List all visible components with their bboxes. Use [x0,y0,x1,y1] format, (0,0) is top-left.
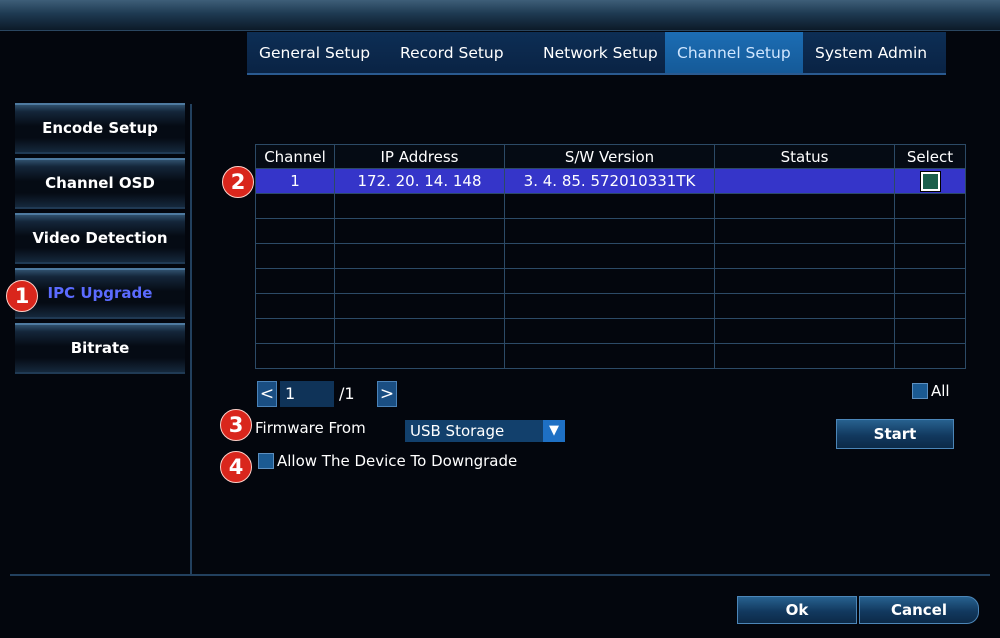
table-row-empty [255,243,966,269]
vertical-divider [190,104,192,574]
page-input[interactable]: 1 [280,381,334,407]
table-row-empty [255,193,966,219]
horizontal-divider [10,574,990,576]
table-row-empty [255,268,966,294]
chevron-left-icon[interactable]: < [257,381,277,407]
allow-downgrade[interactable]: Allow The Device To Downgrade [258,451,517,471]
tab-channel-setup[interactable]: Channel Setup [665,32,803,75]
sidebar: Encode Setup Channel OSD Video Detection… [15,103,185,378]
tab-bar: General Setup Record Setup Network Setup… [247,32,946,75]
cancel-button[interactable]: Cancel [859,596,979,624]
cell-ip-address: 172. 20. 14. 148 [334,168,505,194]
cell-sw-version: 3. 4. 85. 572010331TK [504,168,715,194]
firmware-from-label: Firmware From [255,419,366,437]
table-row-empty [255,218,966,244]
sidebar-item-ipc-upgrade[interactable]: IPC Upgrade [15,268,185,319]
column-header-ip-address: IP Address [334,144,505,169]
select-all-label: All [931,382,950,400]
dropdown-arrow-icon[interactable]: ▼ [543,420,565,442]
column-header-channel: Channel [255,144,335,169]
table-row-empty [255,318,966,344]
ipc-device-table: Channel IP Address S/W Version Status Se… [255,144,966,369]
sidebar-item-video-detection[interactable]: Video Detection [15,213,185,264]
page-total: /1 [339,384,355,403]
top-bar [0,0,1000,31]
table-row-empty [255,293,966,319]
select-all[interactable]: All [912,382,950,400]
cell-channel: 1 [255,168,335,194]
start-button[interactable]: Start [836,419,954,449]
tab-record-setup[interactable]: Record Setup [388,32,531,75]
step-badge-1: 1 [6,280,38,312]
column-header-select: Select [894,144,966,169]
step-badge-4: 4 [220,451,252,483]
chevron-right-icon[interactable]: > [377,381,397,407]
firmware-source-select[interactable]: USB Storage ▼ [405,420,565,442]
cell-status [714,168,895,194]
select-all-checkbox[interactable] [912,382,928,399]
tab-network-setup[interactable]: Network Setup [531,32,665,75]
cell-select [894,168,966,194]
table-row-empty [255,343,966,369]
sidebar-item-bitrate[interactable]: Bitrate [15,323,185,374]
ok-button[interactable]: Ok [737,596,857,624]
column-header-sw-version: S/W Version [504,144,715,169]
row-select-checkbox[interactable] [919,170,941,192]
step-badge-2: 2 [222,166,254,198]
step-badge-3: 3 [220,409,252,441]
column-header-status: Status [714,144,895,169]
table-header-row: Channel IP Address S/W Version Status Se… [255,144,966,169]
allow-downgrade-label: Allow The Device To Downgrade [277,452,518,470]
tab-system-admin[interactable]: System Admin [803,32,946,75]
sidebar-item-encode-setup[interactable]: Encode Setup [15,103,185,154]
allow-downgrade-checkbox[interactable] [258,452,274,469]
sidebar-item-channel-osd[interactable]: Channel OSD [15,158,185,209]
firmware-source-value: USB Storage [410,422,505,440]
table-row[interactable]: 1 172. 20. 14. 148 3. 4. 85. 572010331TK [255,168,966,194]
tab-general-setup[interactable]: General Setup [247,32,388,75]
